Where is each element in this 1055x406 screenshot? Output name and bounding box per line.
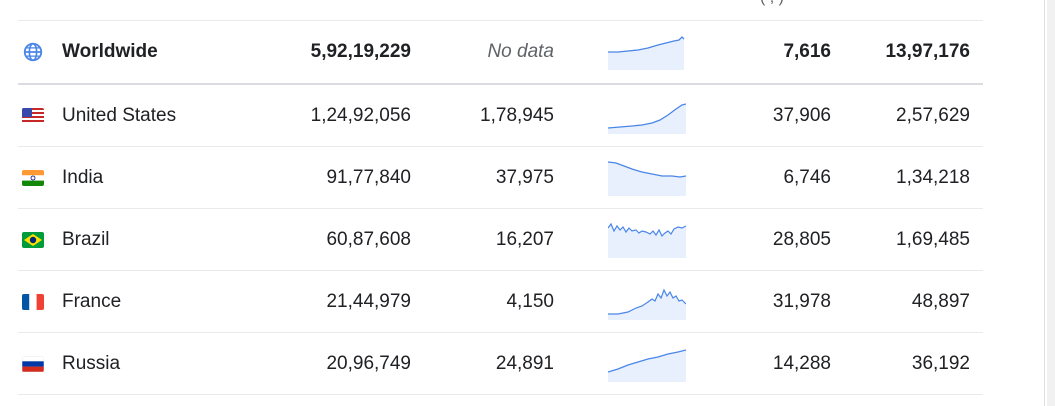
trend-sparkline: [608, 288, 686, 320]
table-row-france[interactable]: France 21,44,979 4,150 31,978 48,897: [18, 271, 983, 333]
brazil-flag-icon: [22, 231, 44, 248]
new-cases: 1,78,945: [480, 104, 554, 126]
row-name: Worldwide: [62, 41, 158, 62]
india-flag-icon: [22, 169, 44, 186]
trend-sparkline: [608, 348, 686, 382]
total-cases: 21,44,979: [326, 290, 411, 312]
col5-value: 48,897: [911, 290, 970, 312]
col4-value: 7,616: [783, 41, 831, 62]
col4-value: 6,746: [783, 166, 831, 188]
table-row-worldwide[interactable]: Worldwide 5,92,19,229 No data 7,616 13,9…: [18, 21, 983, 85]
row-name: France: [62, 290, 122, 312]
trend-sparkline: [608, 222, 686, 258]
globe-icon: [23, 42, 43, 62]
table-row-india[interactable]: India 91,77,840 37,975 6,746 1,34,218: [18, 147, 983, 209]
stats-table: Worldwide 5,92,19,229 No data 7,616 13,9…: [18, 20, 983, 395]
table-row-united-states[interactable]: United States 1,24,92,056 1,78,945 37,90…: [18, 85, 983, 147]
col5-value: 2,57,629: [896, 104, 970, 126]
total-cases: 1,24,92,056: [310, 104, 411, 126]
col5-value: 36,192: [911, 352, 970, 374]
scrollbar-divider: [1044, 0, 1045, 406]
trend-sparkline: [608, 160, 686, 196]
trend-sparkline: [608, 36, 685, 70]
total-cases: 91,77,840: [326, 166, 411, 188]
scrollbar[interactable]: [1047, 0, 1055, 406]
row-name: United States: [62, 104, 177, 126]
row-name: Russia: [62, 352, 121, 374]
col4-value: 28,805: [772, 228, 831, 250]
table-row-russia[interactable]: Russia 20,96,749 24,891 14,288 36,192: [18, 333, 983, 395]
france-flag-icon: [22, 293, 44, 310]
new-cases: No data: [487, 41, 554, 62]
col4-value: 31,978: [772, 290, 831, 312]
new-cases: 37,975: [495, 166, 554, 188]
col5-value: 13,97,176: [885, 41, 970, 62]
total-cases: 5,92,19,229: [310, 41, 411, 62]
total-cases: 60,87,608: [326, 228, 411, 250]
col4-value: 14,288: [772, 352, 831, 374]
total-cases: 20,96,749: [326, 352, 411, 374]
us-flag-icon: [22, 107, 44, 124]
col5-value: 1,34,218: [896, 166, 970, 188]
trend-sparkline: [608, 102, 686, 134]
new-cases: 16,207: [495, 228, 554, 250]
col4-value: 37,906: [772, 104, 831, 126]
col5-value: 1,69,485: [896, 228, 970, 250]
header-fragment: ( , ): [760, 0, 784, 7]
row-name: Brazil: [62, 228, 110, 250]
table-row-brazil[interactable]: Brazil 60,87,608 16,207 28,805 1,69,485: [18, 209, 983, 271]
new-cases: 4,150: [506, 290, 554, 312]
new-cases: 24,891: [495, 352, 554, 374]
russia-flag-icon: [22, 355, 44, 372]
row-name: India: [62, 166, 104, 188]
